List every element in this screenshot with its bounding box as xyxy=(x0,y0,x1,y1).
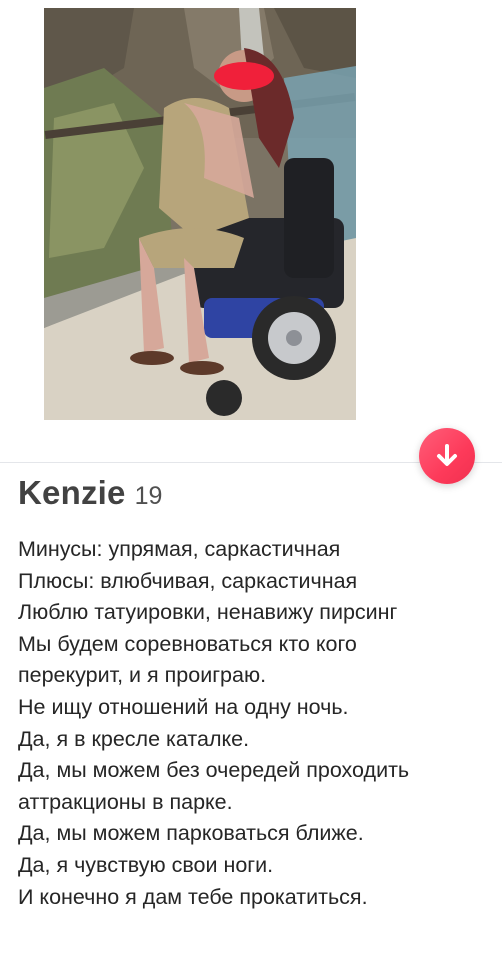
bio-line: Да, я в кресле каталке. xyxy=(18,726,250,751)
collapse-profile-button[interactable] xyxy=(419,428,475,484)
bio-line: Мы будем соревноваться кто кого xyxy=(18,631,357,656)
bio-line: Да, мы можем без очередей проходить xyxy=(18,758,410,783)
bio-line: перекурит, и я проиграю. xyxy=(18,663,267,688)
bio-line: Да, я чувствую свои ноги. xyxy=(18,852,274,877)
arrow-down-icon xyxy=(437,444,457,466)
bio-line: Минусы: упрямая, саркастичная xyxy=(18,537,341,561)
profile-age: 19 xyxy=(134,482,163,510)
profile-name: Kenzie xyxy=(18,474,126,511)
bio-line: Люблю татуировки, ненавижу пирсинг xyxy=(18,600,398,625)
bio-line: Плюсы: влюбчивая, саркастичная xyxy=(18,568,358,593)
profile-photo[interactable] xyxy=(44,8,356,420)
bio-line: Да, мы можем парковаться ближе. xyxy=(18,821,364,846)
bio-line: Не ищу отношений на одну ночь. xyxy=(18,694,349,719)
bio-line: И конечно я дам тебе прокатиться. xyxy=(18,884,368,909)
profile-bio: Минусы: упрямая, саркастичная Плюсы: влю… xyxy=(18,534,502,913)
bio-line: аттракционы в парке. xyxy=(18,789,233,814)
profile-header: Kenzie 19 xyxy=(18,474,162,512)
